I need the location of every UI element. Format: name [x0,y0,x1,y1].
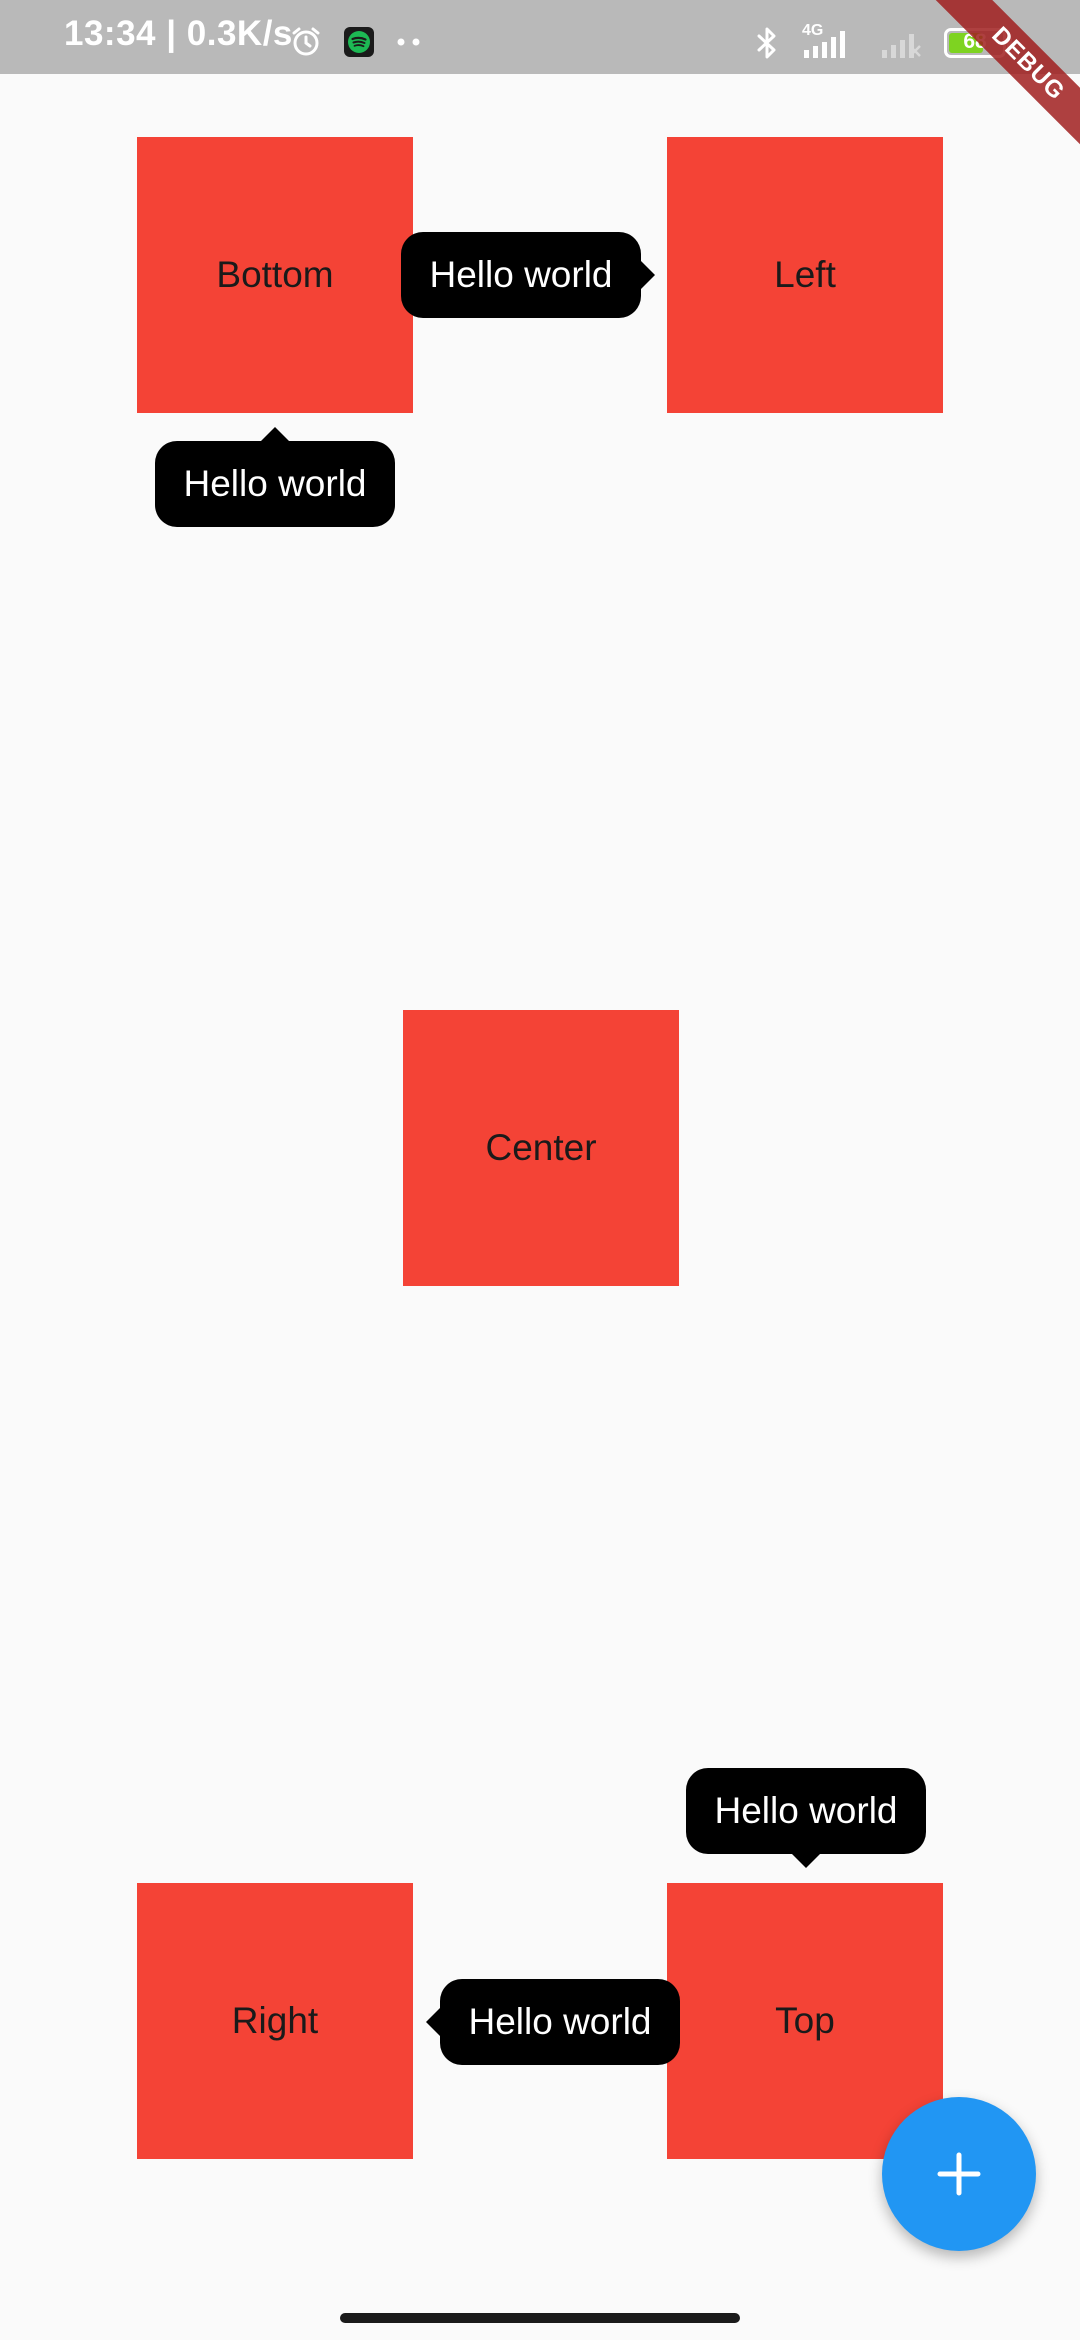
signal-4g-icon: 4G [802,22,860,60]
status-time: 13:34 | 0.3K/s [64,14,293,53]
tooltip-left-text: Hello world [429,254,613,295]
right-box-label: Right [231,2000,319,2041]
gesture-nav-bar[interactable] [340,2313,740,2323]
tooltip-left: Hello world [401,232,655,318]
spotify-icon [344,27,374,57]
bottom-box-label: Bottom [216,254,334,295]
signal-weak-icon [882,34,921,58]
right-box[interactable]: Right [137,1883,413,2159]
alarm-icon [292,27,320,56]
tooltip-top-text: Hello world [714,1790,898,1831]
center-box[interactable]: Center [403,1010,679,1286]
battery-icon: 68 [944,28,1012,58]
battery-tip [1007,38,1012,48]
more-dots-icon [397,38,420,46]
left-box-label: Left [774,254,836,295]
tooltip-bottom-text: Hello world [183,463,367,504]
tooltip-top: Hello world [686,1768,926,1868]
bottom-box[interactable]: Bottom [137,137,413,413]
left-box[interactable]: Left [667,137,943,413]
tooltip-bottom: Hello world [155,427,395,527]
tooltip-right: Hello world [426,1979,680,2065]
status-icons-left [290,26,422,58]
battery-percent: 68 [963,30,987,53]
status-bar: 13:34 | 0.3K/s 4G 68 [0,0,1080,74]
tooltip-right-text: Hello world [468,2001,652,2042]
status-icons-right: 4G 68 [752,22,1012,60]
bluetooth-icon [757,27,776,59]
top-box[interactable]: Top [667,1883,943,2159]
top-box-label: Top [775,2000,835,2041]
plus-icon [937,2152,981,2196]
add-fab-button[interactable] [882,2097,1036,2251]
center-box-label: Center [485,1127,597,1168]
